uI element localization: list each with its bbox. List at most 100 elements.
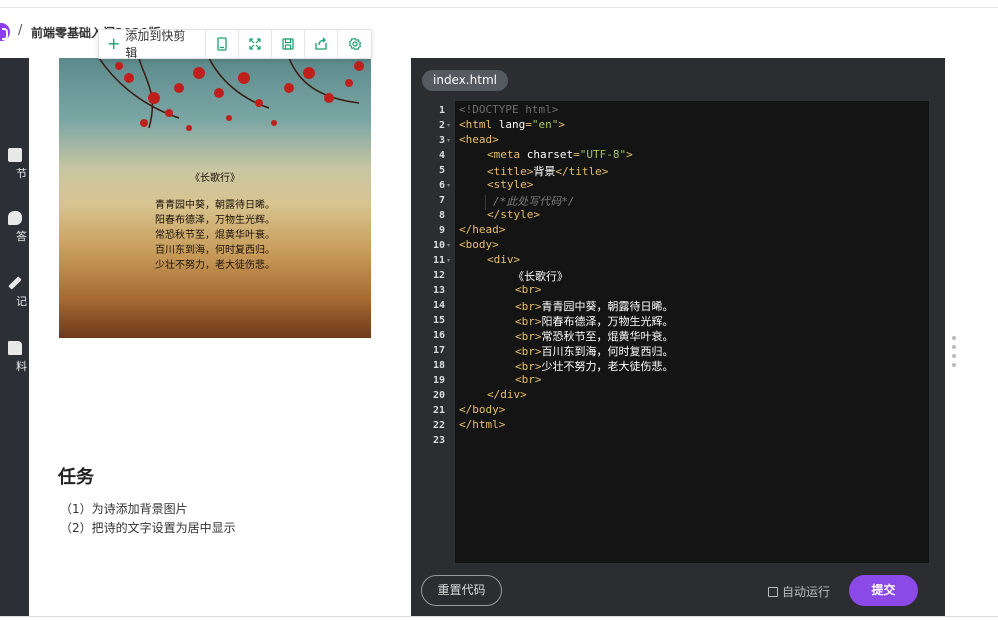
line-number: 20: [432, 390, 445, 401]
poem-title: 《长歌行》: [190, 173, 240, 184]
fold-arrow-icon[interactable]: ▾: [447, 257, 450, 264]
tag-token: </div>: [487, 388, 527, 401]
tag-token: <br>: [515, 330, 542, 343]
sidebar-item-qa[interactable]: 答: [0, 211, 29, 251]
text-token: 《长歌行》: [513, 270, 568, 283]
poem-line: 常恐秋节至，焜黄华叶衰。: [155, 230, 275, 241]
tag-token: </body>: [459, 403, 506, 416]
line-number: 15: [432, 315, 445, 326]
task-title: 任务: [58, 467, 94, 488]
tablet-icon[interactable]: [206, 30, 240, 58]
tag-token: >: [558, 118, 565, 131]
line-number: 23: [432, 435, 445, 446]
eq-token: =: [525, 118, 532, 131]
code-line: <html lang="en">: [459, 118, 565, 131]
sidebar-item-chapters[interactable]: 节: [0, 148, 29, 188]
tag-token: <meta: [487, 148, 527, 161]
line-number: 7: [438, 195, 445, 206]
line-number: 5: [438, 165, 445, 176]
line-number: 14: [432, 300, 445, 311]
code-line: <br>阳春布德泽，万物生光辉。: [515, 313, 674, 329]
list-icon: [8, 148, 22, 162]
breadcrumb-separator: /: [18, 23, 23, 38]
gear-icon[interactable]: [338, 30, 371, 58]
fold-arrow-icon[interactable]: ▾: [447, 242, 450, 249]
string-token: "UTF-8": [579, 148, 627, 161]
tag-token: </style>: [487, 208, 540, 221]
folder-icon: [8, 341, 22, 355]
fold-arrow-icon[interactable]: ▾: [447, 122, 450, 129]
fold-arrow-icon[interactable]: ▾: [447, 182, 450, 189]
text-token: 背景: [533, 165, 556, 178]
tag-token: <html: [459, 118, 499, 131]
text-token: 阳春布德泽，万物生光辉。: [541, 315, 674, 328]
code-line: </body>: [459, 403, 505, 416]
sidebar-item-materials[interactable]: 料: [0, 341, 29, 381]
line-number: 19: [432, 375, 445, 386]
sidebar-item-notes[interactable]: 记: [0, 276, 29, 316]
submit-button[interactable]: 提交: [849, 575, 918, 606]
line-number: 10: [432, 240, 445, 251]
tab-index-html[interactable]: index.html: [422, 70, 508, 91]
line-number: 21: [432, 405, 445, 416]
attr-token: charset: [526, 148, 574, 161]
line-number: 13: [432, 285, 445, 296]
tag-token: <br>: [515, 300, 542, 313]
code-line: /*此处写代码*/: [493, 193, 575, 209]
text-token: 百川东到海，何时复西归。: [541, 345, 674, 358]
clip-toolbar: + 添加到快剪辑: [98, 29, 372, 60]
poem-line: 百川东到海，何时复西归。: [155, 245, 275, 256]
top-border: [0, 0, 998, 8]
editor-scrollbar[interactable]: [929, 101, 945, 563]
line-number-gutter: 1 2 3 4 5 6 7 8 9 10 11 12 13 14 15 16 1…: [411, 101, 455, 563]
sidebar-item-label: 记: [16, 295, 27, 308]
tag-token: <body>: [459, 238, 499, 251]
doctype-token: <!DOCTYPE html>: [459, 103, 559, 116]
indent-guide: [485, 195, 486, 210]
sidebar-item-label: 答: [16, 230, 27, 243]
line-number: 12: [432, 270, 445, 281]
code-line: </style>: [487, 208, 540, 221]
right-panel: [945, 58, 998, 620]
sidebar-item-label: 料: [16, 360, 27, 373]
code-line: </div>: [487, 388, 527, 401]
code-line: <!DOCTYPE html>: [459, 103, 558, 116]
save-icon[interactable]: [272, 30, 306, 58]
code-line: <br>常恐秋节至，焜黄华叶衰。: [515, 328, 674, 344]
code-line: <br>百川东到海，何时复西归。: [515, 343, 674, 359]
code-line: <title>背景</title>: [487, 163, 608, 179]
fold-arrow-icon[interactable]: ▾: [447, 137, 450, 144]
poem-text: 《长歌行》 青青园中葵，朝露待日晞。 阳春布德泽，万物生光辉。 常恐秋节至，焜黄…: [59, 171, 371, 273]
tag-token: >: [626, 148, 633, 161]
string-token: "en": [531, 118, 559, 131]
tag-token: <title>: [487, 165, 534, 178]
tag-token: <br>: [515, 360, 542, 373]
line-number: 22: [432, 420, 445, 431]
task-item: （2）把诗的文字设置为居中显示: [60, 521, 236, 535]
lesson-panel: 《长歌行》 青青园中葵，朝露待日晞。 阳春布德泽，万物生光辉。 常恐秋节至，焜黄…: [29, 58, 411, 620]
drag-handle-icon[interactable]: [952, 336, 956, 372]
code-line: <style>: [487, 178, 533, 191]
auto-run-toggle[interactable]: 自动运行: [768, 583, 830, 600]
sidebar-item-label: 节: [16, 167, 27, 180]
tag-token: <br>: [515, 345, 542, 358]
tag-token: </title>: [555, 165, 609, 178]
expand-icon[interactable]: [239, 30, 273, 58]
reset-code-button[interactable]: 重置代码: [421, 575, 502, 606]
add-to-clip-button[interactable]: + 添加到快剪辑: [99, 29, 207, 60]
code-line: </head>: [459, 223, 505, 236]
plus-icon: +: [107, 34, 121, 53]
tag-token: <br>: [515, 373, 542, 386]
code-line: <br>: [515, 373, 542, 386]
logo-icon[interactable]: [0, 23, 10, 41]
tag-token: <br>: [515, 315, 542, 328]
eq-token: =: [573, 148, 580, 161]
auto-run-checkbox[interactable]: [768, 586, 778, 597]
text-token: 常恐秋节至，焜黄华叶衰。: [541, 330, 674, 343]
poem-line: 阳春布德泽，万物生光辉。: [155, 215, 275, 226]
poem-line: 少壮不努力，老大徒伤悲。: [155, 260, 275, 271]
code-input[interactable]: <!DOCTYPE html> <html lang="en"> <head> …: [455, 101, 929, 563]
share-icon[interactable]: [305, 30, 339, 58]
text-token: 青青园中葵，朝露待日晞。: [541, 300, 674, 313]
tag-token: <div>: [487, 253, 521, 266]
